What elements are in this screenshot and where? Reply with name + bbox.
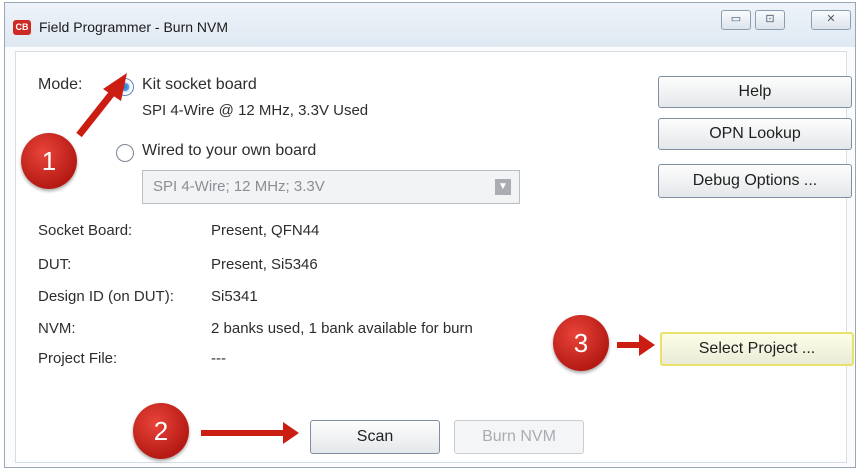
callout-1-badge: 1 [21,133,77,189]
callout-3-arrow-head [639,334,655,356]
field-programmer-window: CB Field Programmer - Burn NVM ▭ ⊡ ✕ Mod… [4,2,856,468]
callout-1-arrow [76,73,127,138]
callout-2-arrow-head [283,422,299,444]
callout-3-badge: 3 [553,315,609,371]
callout-3-arrow [617,342,641,348]
callout-2-badge: 2 [133,403,189,459]
callout-2-arrow [201,430,283,436]
